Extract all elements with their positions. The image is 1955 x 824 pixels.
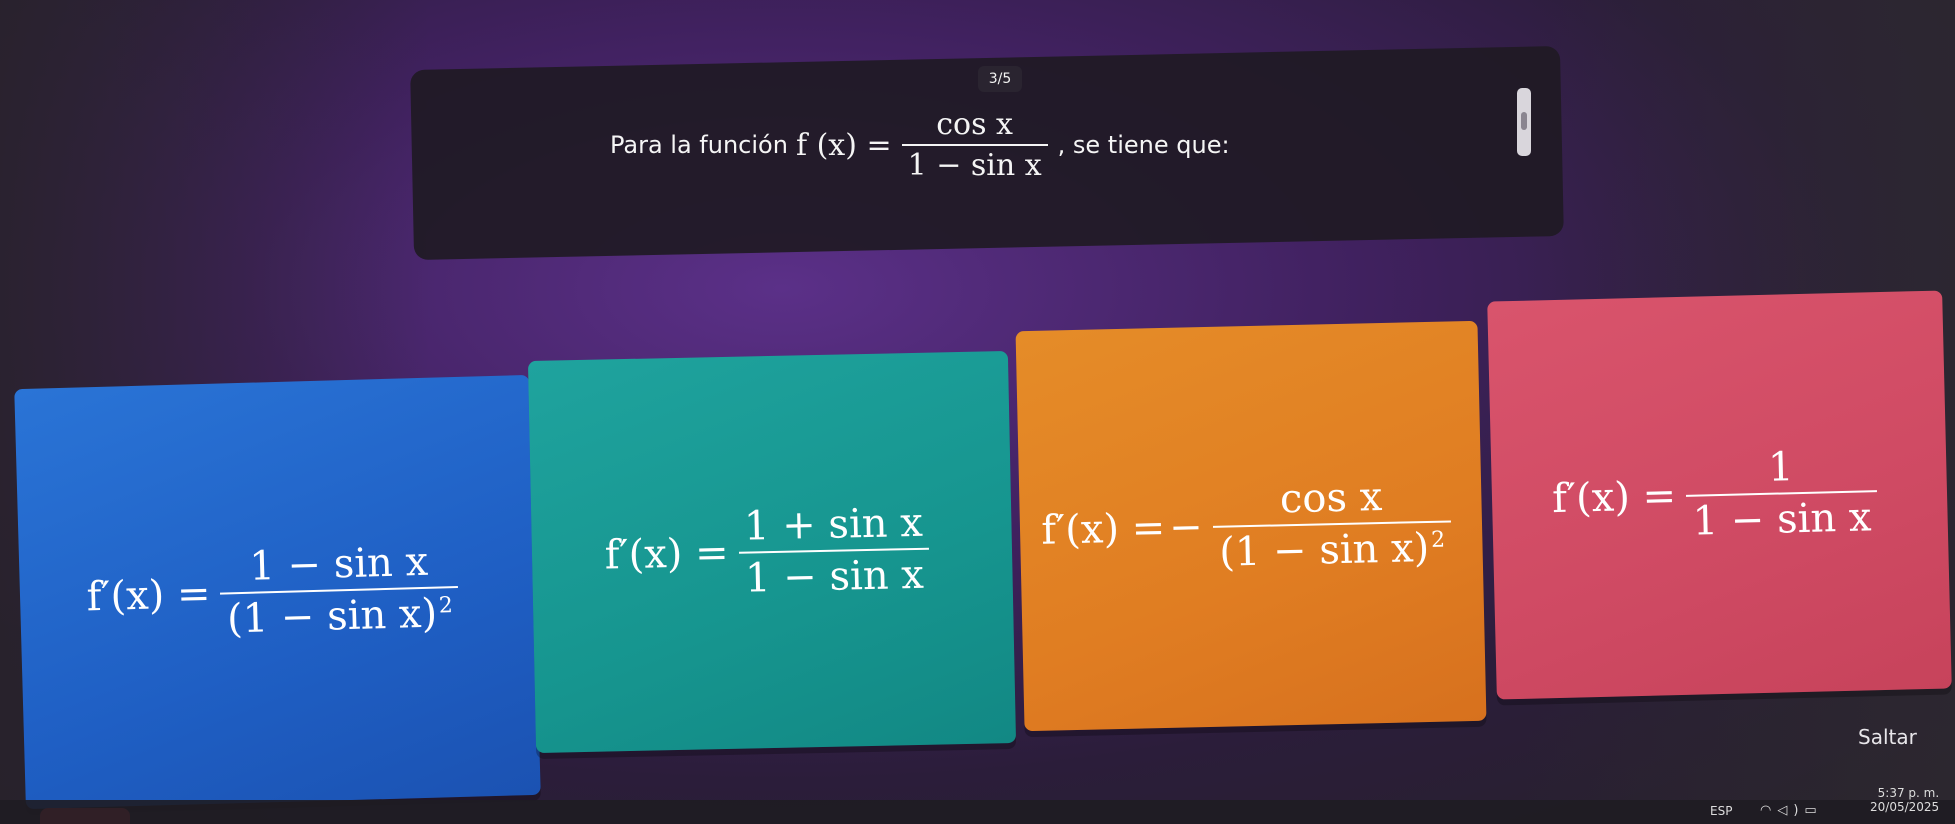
option-denominator: 1 − sin x xyxy=(744,551,925,602)
option-denominator: (1 − sin x)2 xyxy=(226,590,454,643)
taskbar-clock[interactable]: 5:37 p. m. 20/05/2025 xyxy=(1870,786,1939,814)
question-text: Para la función f (x) = cos x 1 − sin x … xyxy=(610,100,1510,190)
answer-option-1[interactable]: f′(x) = 1 − sin x (1 − sin x)2 xyxy=(14,374,541,810)
question-suffix: , se tiene que: xyxy=(1057,131,1230,159)
fraction-denominator: 1 − sin x xyxy=(907,148,1042,183)
question-scrollbar[interactable] xyxy=(1517,88,1531,156)
question-formula: f (x) = cos x 1 − sin x xyxy=(796,107,1058,183)
option-fraction: 1 − sin x (1 − sin x)2 xyxy=(219,538,460,643)
skip-button[interactable]: Saltar xyxy=(1858,725,1917,749)
option-formula: f′(x) = − cos x (1 − sin x)2 xyxy=(1040,472,1461,579)
formula-fraction: cos x 1 − sin x xyxy=(901,107,1048,183)
formula-lhs: f (x) = xyxy=(795,127,892,163)
option-numerator: cos x xyxy=(1279,474,1383,523)
option-numerator: 1 xyxy=(1767,444,1795,491)
language-indicator[interactable]: ESP xyxy=(1710,804,1732,818)
fraction-numerator: cos x xyxy=(936,107,1013,142)
system-taskbar: ESP ◠◁)▭ 5:37 p. m. 20/05/2025 xyxy=(0,786,1955,824)
option-numerator: 1 − sin x xyxy=(248,538,429,590)
option-sign: − xyxy=(1168,504,1204,551)
option-numerator: 1 + sin x xyxy=(743,499,924,550)
answer-option-3[interactable]: f′(x) = − cos x (1 − sin x)2 xyxy=(1015,320,1487,732)
option-formula: f′(x) = 1 + sin x 1 − sin x xyxy=(604,500,941,605)
option-lhs: f′(x) = xyxy=(1551,473,1677,523)
system-tray-icons[interactable]: ◠◁)▭ xyxy=(1760,803,1823,818)
option-lhs: f′(x) = xyxy=(85,570,212,621)
option-fraction: 1 1 − sin x xyxy=(1685,442,1878,545)
option-fraction: cos x (1 − sin x)2 xyxy=(1212,472,1452,576)
clock-date: 20/05/2025 xyxy=(1870,800,1940,814)
volume-icon[interactable]: ◁) xyxy=(1777,803,1804,818)
answer-option-2[interactable]: f′(x) = 1 + sin x 1 − sin x xyxy=(527,351,1017,753)
option-denominator: (1 − sin x)2 xyxy=(1218,524,1446,576)
option-fraction: 1 + sin x 1 − sin x xyxy=(738,500,931,602)
option-lhs: f′(x) = xyxy=(604,529,730,579)
scroll-grip-icon xyxy=(1521,112,1527,130)
question-counter: 3/5 xyxy=(978,66,1022,92)
option-exponent: 2 xyxy=(438,592,454,619)
battery-icon[interactable]: ▭ xyxy=(1804,803,1822,818)
option-lhs: f′(x) = xyxy=(1040,504,1166,554)
option-exponent: 2 xyxy=(1430,527,1446,553)
answer-option-4[interactable]: f′(x) = 1 1 − sin x xyxy=(1487,290,1952,700)
question-prefix: Para la función xyxy=(610,131,788,159)
option-formula: f′(x) = 1 1 − sin x xyxy=(1551,442,1888,548)
option-formula: f′(x) = 1 − sin x (1 − sin x)2 xyxy=(85,538,469,647)
clock-time: 5:37 p. m. xyxy=(1877,786,1940,800)
option-denominator: 1 − sin x xyxy=(1692,494,1872,545)
wifi-icon[interactable]: ◠ xyxy=(1760,803,1777,818)
